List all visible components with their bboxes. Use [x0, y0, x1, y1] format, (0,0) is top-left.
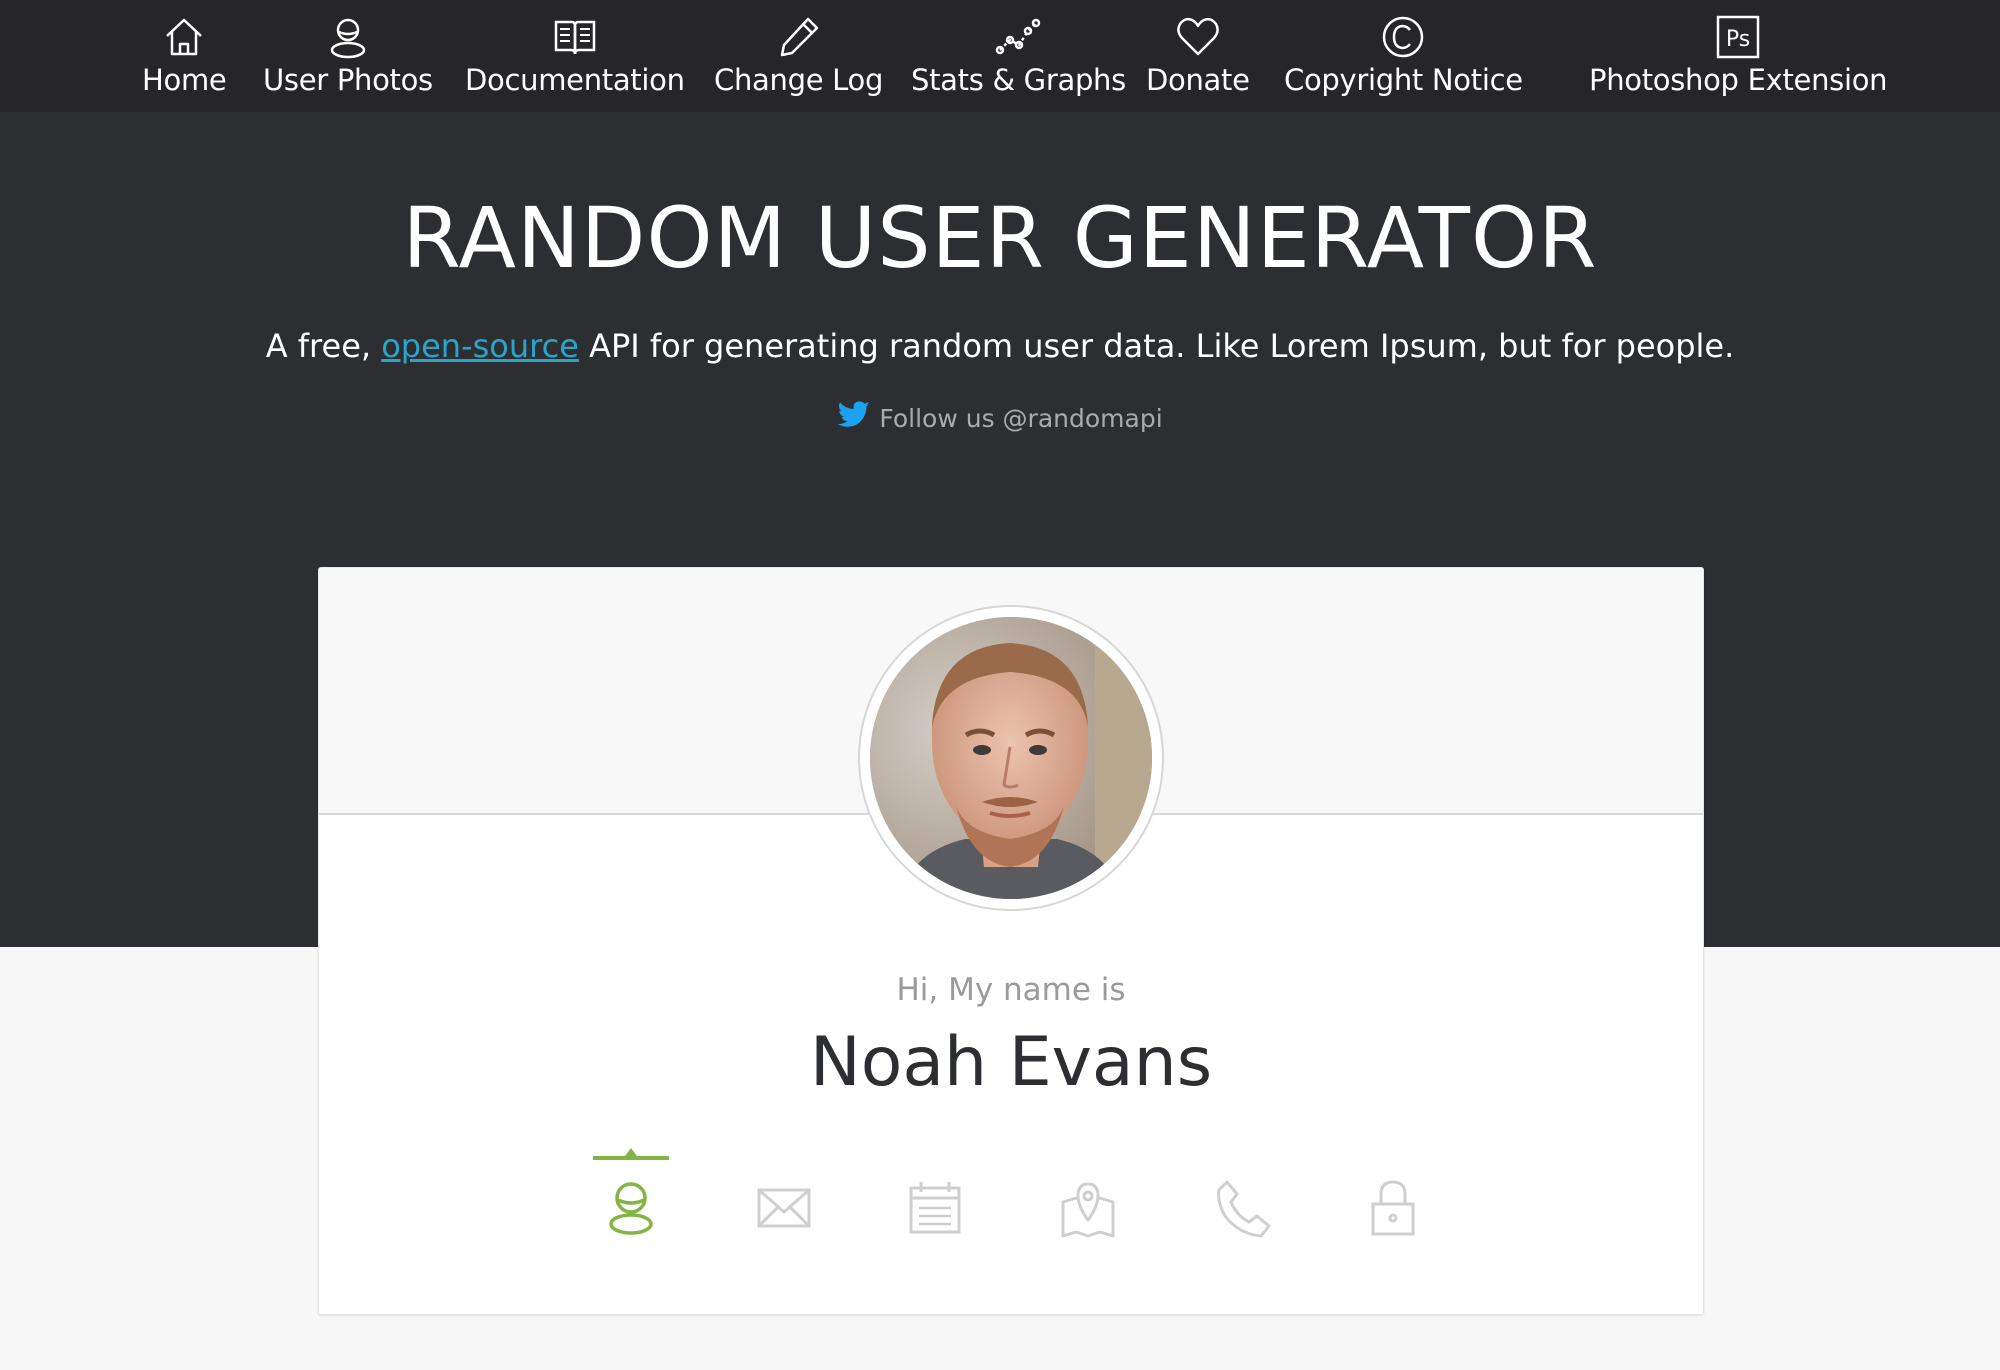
tab-address[interactable]	[1048, 1148, 1128, 1258]
nav-documentation[interactable]: Documentation	[465, 14, 685, 102]
twitter-icon	[837, 400, 879, 436]
greeting-label: Hi, My name is	[896, 972, 1126, 1008]
tab-password[interactable]	[1353, 1148, 1433, 1258]
nav-change-log-label: Change Log	[714, 63, 884, 97]
follow-label: Follow us @randomapi	[879, 403, 1163, 433]
graph-icon	[995, 14, 1041, 60]
page-title: RANDOM USER GENERATOR	[402, 189, 1598, 287]
nav-donate[interactable]: Donate	[1146, 14, 1250, 102]
tab-name[interactable]	[591, 1148, 671, 1258]
top-nav: Home User Photos Documentation Change Lo…	[0, 0, 2000, 112]
follow-twitter-link[interactable]: Follow us @randomapi	[0, 400, 2000, 436]
nav-home-label: Home	[142, 63, 227, 97]
photoshop-icon-glyph: Ps	[1726, 27, 1750, 52]
photoshop-icon: Ps	[1715, 14, 1761, 60]
active-tab-indicator	[593, 1156, 669, 1160]
detail-tabs	[319, 1148, 1703, 1258]
tab-birthday[interactable]	[895, 1148, 975, 1258]
nav-photoshop-extension[interactable]: Ps Photoshop Extension	[1589, 14, 1888, 102]
pencil-icon	[776, 14, 822, 60]
home-icon	[161, 14, 207, 60]
open-source-link[interactable]: open-source	[381, 327, 579, 365]
subtitle-text-after: API for generating random user data. Lik…	[578, 327, 1735, 365]
nav-user-photos[interactable]: User Photos	[263, 14, 433, 102]
nav-copyright-notice[interactable]: Copyright Notice	[1284, 14, 1523, 102]
nav-stats-graphs[interactable]: Stats & Graphs	[911, 14, 1126, 102]
nav-stats-graphs-label: Stats & Graphs	[911, 63, 1126, 97]
nav-donate-label: Donate	[1146, 63, 1250, 97]
nav-user-photos-label: User Photos	[263, 63, 433, 97]
book-icon	[552, 14, 598, 60]
user-name: Noah Evans	[809, 1023, 1213, 1102]
subtitle-text-before: A free,	[265, 327, 382, 365]
user-card: Hi, My name is Noah Evans	[318, 567, 1704, 1315]
user-photos-icon	[325, 14, 371, 60]
tab-email[interactable]	[744, 1148, 824, 1258]
nav-documentation-label: Documentation	[465, 63, 685, 97]
nav-change-log[interactable]: Change Log	[714, 14, 883, 102]
copyright-icon	[1380, 14, 1426, 60]
heart-icon	[1175, 14, 1221, 60]
nav-copyright-notice-label: Copyright Notice	[1284, 63, 1523, 97]
avatar	[870, 617, 1152, 899]
nav-photoshop-extension-label: Photoshop Extension	[1589, 63, 1888, 97]
tab-phone[interactable]	[1203, 1148, 1283, 1258]
active-tab-caret	[625, 1148, 637, 1156]
hero-subtitle: A free, open-source API for generating r…	[0, 324, 2000, 368]
nav-home[interactable]: Home	[142, 14, 227, 102]
avatar-portrait-image	[870, 617, 1152, 899]
avatar-frame	[858, 605, 1164, 911]
